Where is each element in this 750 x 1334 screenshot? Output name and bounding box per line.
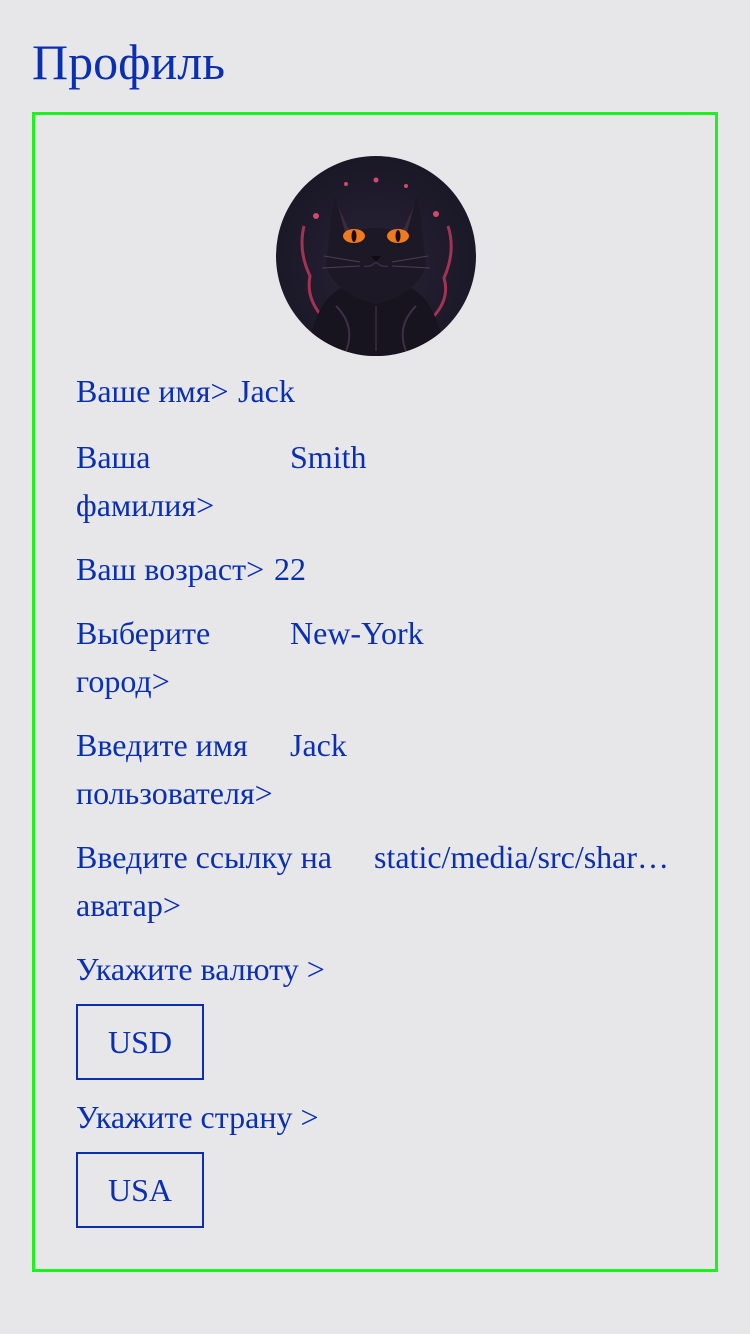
name-field[interactable]: Jack (238, 367, 295, 415)
name-label: Ваше имя> (76, 373, 229, 409)
username-label-line1: Введите имя (76, 727, 248, 763)
profile-card: Ваше имя> Jack Ваша фамилия> Smith Ваш в… (32, 112, 718, 1272)
avatar-link-field[interactable]: static/media/src/shar… (374, 833, 669, 881)
country-select[interactable]: USA (76, 1152, 204, 1228)
surname-label-line1: Ваша (76, 439, 151, 475)
currency-select[interactable]: USD (76, 1004, 204, 1080)
black-cat-avatar-icon (300, 177, 453, 356)
username-field[interactable]: Jack (290, 721, 347, 769)
surname-field[interactable]: Smith (290, 433, 366, 481)
page-title: Профиль (32, 34, 226, 90)
avatar-link-label-line1: Введите ссылку на (76, 839, 332, 875)
country-label: Укажите страну > (76, 1099, 319, 1135)
city-label-line2: город> (76, 663, 170, 699)
username-label-line2: пользователя> (76, 775, 273, 811)
currency-label: Укажите валюту > (76, 951, 325, 987)
age-label: Ваш возраст> (76, 551, 265, 587)
avatar-link-label-line2: аватар> (76, 887, 181, 923)
city-field[interactable]: New-York (290, 609, 424, 657)
city-label-line1: Выберите (76, 615, 211, 651)
avatar (276, 156, 476, 356)
age-field[interactable]: 22 (274, 545, 306, 593)
surname-label-line2: фамилия> (76, 487, 215, 523)
